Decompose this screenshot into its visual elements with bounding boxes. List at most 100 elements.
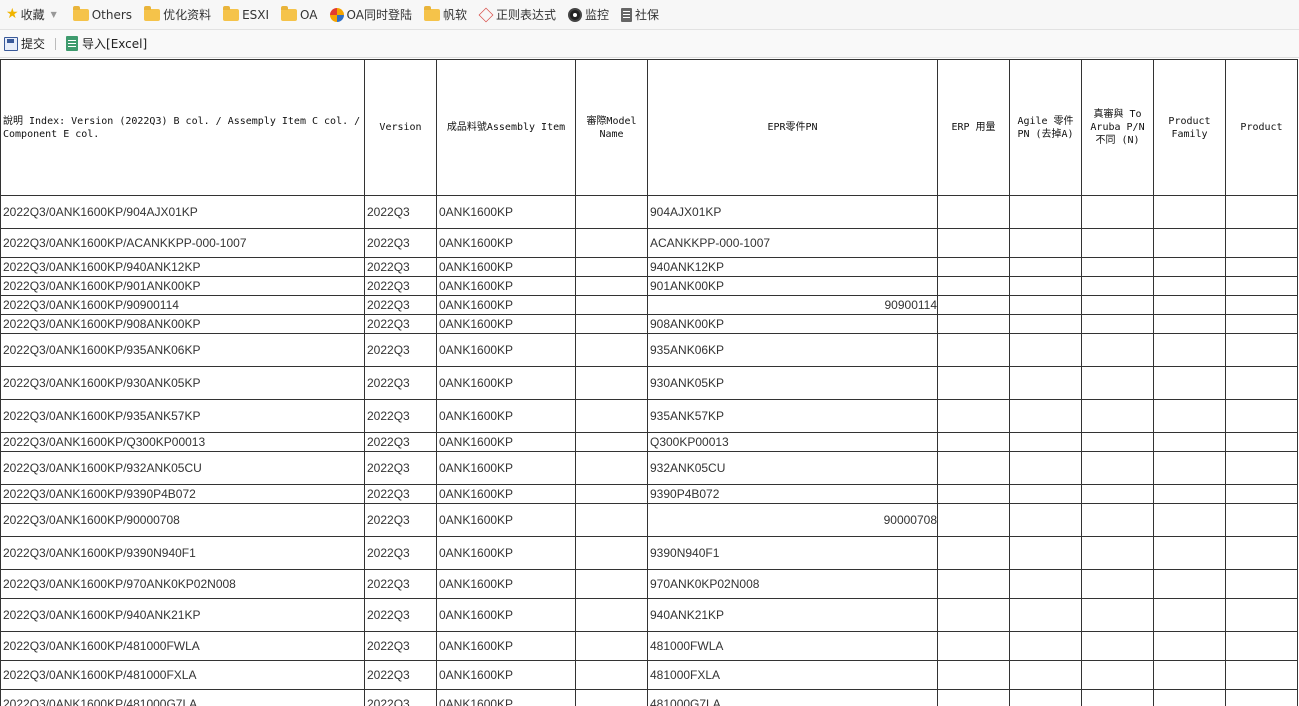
bookmark-others[interactable]: Others — [67, 0, 138, 30]
cell-product[interactable] — [1225, 631, 1298, 661]
cell-version[interactable]: 2022Q3 — [364, 333, 437, 367]
cell-aruba-pn-diff[interactable] — [1081, 257, 1154, 277]
import-excel-button[interactable]: 导入[Excel] — [62, 35, 151, 52]
cell-assembly-item[interactable]: 0ANK1600KP — [436, 503, 576, 537]
cell-aruba-pn-diff[interactable] — [1081, 631, 1154, 661]
cell-product-family[interactable] — [1153, 503, 1226, 537]
cell-erp-usage[interactable] — [937, 399, 1010, 433]
cell-description[interactable]: 2022Q3/0ANK1600KP/ACANKKPP-000-1007 — [0, 228, 365, 258]
chevron-down-icon[interactable]: ▼ — [51, 10, 57, 19]
cell-version[interactable]: 2022Q3 — [364, 536, 437, 570]
bookmark-regex[interactable]: 正则表达式 — [473, 0, 562, 30]
cell-aruba-pn-diff[interactable] — [1081, 399, 1154, 433]
cell-version[interactable]: 2022Q3 — [364, 399, 437, 433]
cell-product[interactable] — [1225, 228, 1298, 258]
cell-assembly-item[interactable]: 0ANK1600KP — [436, 631, 576, 661]
cell-description[interactable]: 2022Q3/0ANK1600KP/9390N940F1 — [0, 536, 365, 570]
cell-aruba-pn-diff[interactable] — [1081, 314, 1154, 334]
cell-agile-part-pn[interactable] — [1009, 366, 1082, 400]
cell-description[interactable]: 2022Q3/0ANK1600KP/904AJX01KP — [0, 195, 365, 229]
cell-erp-usage[interactable] — [937, 503, 1010, 537]
bookmark-esxi[interactable]: ESXI — [217, 0, 275, 30]
cell-version[interactable]: 2022Q3 — [364, 660, 437, 690]
cell-model-name[interactable] — [575, 689, 648, 706]
cell-erp-usage[interactable] — [937, 228, 1010, 258]
cell-erp-usage[interactable] — [937, 314, 1010, 334]
cell-model-name[interactable] — [575, 195, 648, 229]
cell-description[interactable]: 2022Q3/0ANK1600KP/940ANK21KP — [0, 598, 365, 632]
cell-agile-part-pn[interactable] — [1009, 569, 1082, 599]
cell-description[interactable]: 2022Q3/0ANK1600KP/481000G7LA — [0, 689, 365, 706]
cell-assembly-item[interactable]: 0ANK1600KP — [436, 333, 576, 367]
cell-assembly-item[interactable]: 0ANK1600KP — [436, 314, 576, 334]
cell-erp-part-pn[interactable]: Q300KP00013 — [647, 432, 938, 452]
cell-version[interactable]: 2022Q3 — [364, 432, 437, 452]
cell-version[interactable]: 2022Q3 — [364, 598, 437, 632]
cell-aruba-pn-diff[interactable] — [1081, 598, 1154, 632]
cell-agile-part-pn[interactable] — [1009, 195, 1082, 229]
cell-description[interactable]: 2022Q3/0ANK1600KP/90900114 — [0, 295, 365, 315]
cell-product-family[interactable] — [1153, 484, 1226, 504]
cell-assembly-item[interactable]: 0ANK1600KP — [436, 536, 576, 570]
cell-version[interactable]: 2022Q3 — [364, 484, 437, 504]
cell-product-family[interactable] — [1153, 314, 1226, 334]
cell-erp-part-pn[interactable]: 970ANK0KP02N008 — [647, 569, 938, 599]
cell-agile-part-pn[interactable] — [1009, 432, 1082, 452]
cell-aruba-pn-diff[interactable] — [1081, 432, 1154, 452]
cell-aruba-pn-diff[interactable] — [1081, 366, 1154, 400]
cell-assembly-item[interactable]: 0ANK1600KP — [436, 689, 576, 706]
submit-button[interactable]: 提交 — [0, 35, 49, 52]
cell-assembly-item[interactable]: 0ANK1600KP — [436, 432, 576, 452]
cell-model-name[interactable] — [575, 660, 648, 690]
cell-erp-part-pn[interactable]: 901ANK00KP — [647, 276, 938, 296]
cell-assembly-item[interactable]: 0ANK1600KP — [436, 399, 576, 433]
cell-erp-part-pn[interactable]: 935ANK06KP — [647, 333, 938, 367]
cell-product[interactable] — [1225, 366, 1298, 400]
cell-model-name[interactable] — [575, 536, 648, 570]
cell-version[interactable]: 2022Q3 — [364, 503, 437, 537]
cell-version[interactable]: 2022Q3 — [364, 366, 437, 400]
cell-product-family[interactable] — [1153, 366, 1226, 400]
cell-product[interactable] — [1225, 536, 1298, 570]
cell-agile-part-pn[interactable] — [1009, 295, 1082, 315]
cell-erp-usage[interactable] — [937, 631, 1010, 661]
cell-assembly-item[interactable]: 0ANK1600KP — [436, 451, 576, 485]
cell-assembly-item[interactable]: 0ANK1600KP — [436, 660, 576, 690]
cell-product-family[interactable] — [1153, 195, 1226, 229]
cell-model-name[interactable] — [575, 366, 648, 400]
cell-aruba-pn-diff[interactable] — [1081, 484, 1154, 504]
cell-erp-part-pn[interactable]: 908ANK00KP — [647, 314, 938, 334]
cell-model-name[interactable] — [575, 432, 648, 452]
cell-product[interactable] — [1225, 432, 1298, 452]
cell-product-family[interactable] — [1153, 432, 1226, 452]
cell-agile-part-pn[interactable] — [1009, 276, 1082, 296]
cell-erp-part-pn[interactable]: 481000FWLA — [647, 631, 938, 661]
cell-model-name[interactable] — [575, 333, 648, 367]
cell-aruba-pn-diff[interactable] — [1081, 295, 1154, 315]
cell-aruba-pn-diff[interactable] — [1081, 569, 1154, 599]
cell-assembly-item[interactable]: 0ANK1600KP — [436, 569, 576, 599]
bookmark-oa[interactable]: OA — [275, 0, 323, 30]
cell-product-family[interactable] — [1153, 598, 1226, 632]
cell-version[interactable]: 2022Q3 — [364, 228, 437, 258]
cell-agile-part-pn[interactable] — [1009, 257, 1082, 277]
cell-assembly-item[interactable]: 0ANK1600KP — [436, 257, 576, 277]
cell-agile-part-pn[interactable] — [1009, 503, 1082, 537]
cell-erp-part-pn[interactable]: 930ANK05KP — [647, 366, 938, 400]
cell-erp-usage[interactable] — [937, 432, 1010, 452]
cell-product[interactable] — [1225, 399, 1298, 433]
cell-erp-part-pn[interactable]: 940ANK21KP — [647, 598, 938, 632]
cell-product[interactable] — [1225, 484, 1298, 504]
cell-product-family[interactable] — [1153, 276, 1226, 296]
cell-description[interactable]: 2022Q3/0ANK1600KP/932ANK05CU — [0, 451, 365, 485]
cell-product[interactable] — [1225, 276, 1298, 296]
cell-erp-part-pn[interactable]: 932ANK05CU — [647, 451, 938, 485]
cell-model-name[interactable] — [575, 484, 648, 504]
bookmark-optimization-docs[interactable]: 优化资料 — [138, 0, 217, 30]
cell-erp-part-pn[interactable]: 90900114 — [647, 295, 938, 315]
cell-erp-usage[interactable] — [937, 295, 1010, 315]
cell-version[interactable]: 2022Q3 — [364, 195, 437, 229]
cell-aruba-pn-diff[interactable] — [1081, 451, 1154, 485]
cell-aruba-pn-diff[interactable] — [1081, 660, 1154, 690]
cell-version[interactable]: 2022Q3 — [364, 631, 437, 661]
